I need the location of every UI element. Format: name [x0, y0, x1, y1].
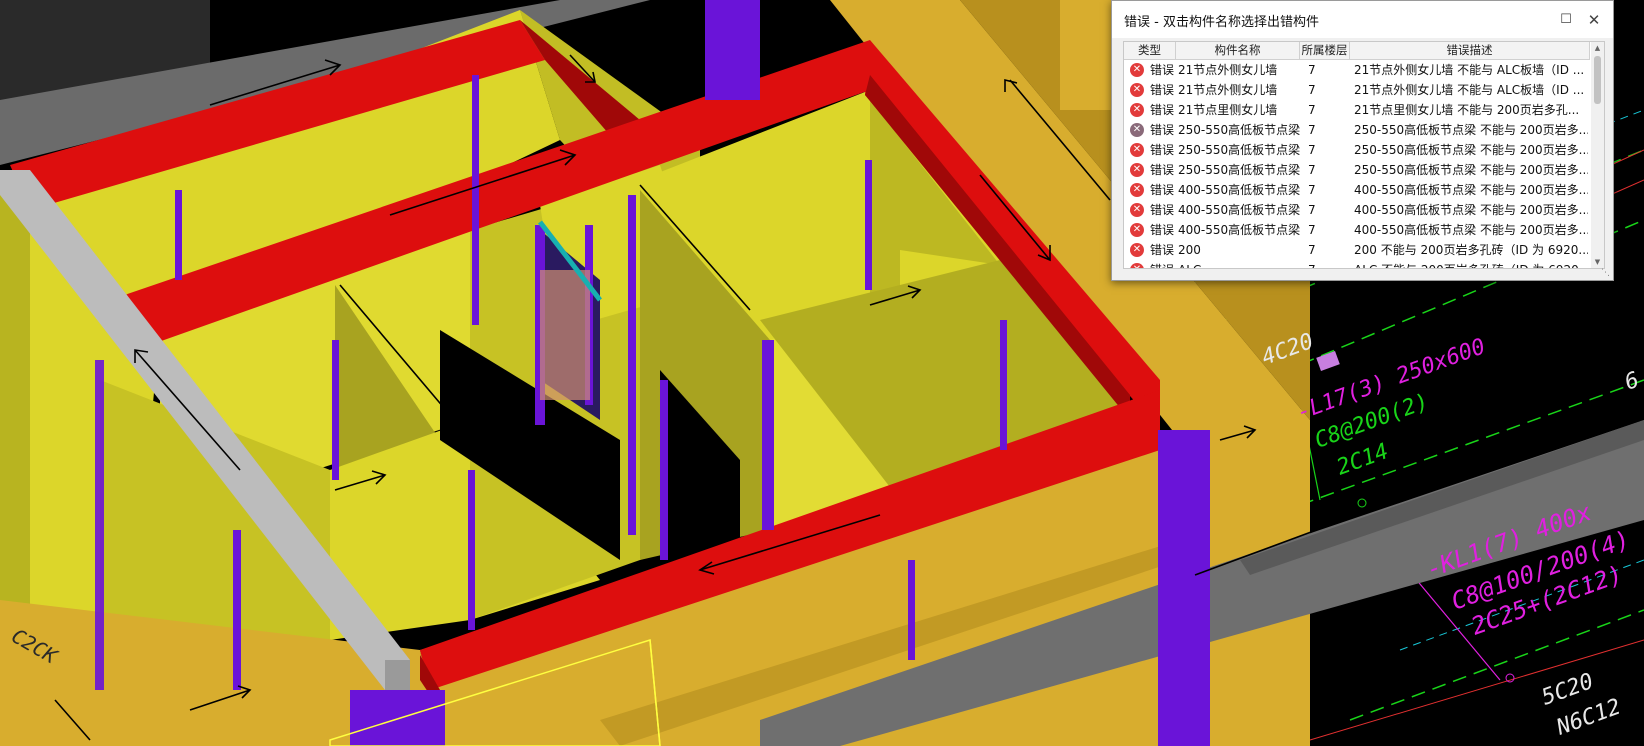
cell-floor: 7 — [1308, 243, 1316, 257]
cell-floor: 7 — [1308, 103, 1316, 117]
column-header-desc[interactable]: 错误描述 — [1350, 42, 1590, 59]
cell-type: 错误 — [1150, 183, 1175, 197]
table-row[interactable]: ✕ 错误ALC 7 ALC 不能与 200页岩多孔砖（ID 为 6920... — [1124, 260, 1590, 268]
table-row[interactable]: ✕ 错误 400-550高低板节点梁 7 400-550高低板节点梁 不能与 200页岩… — [1124, 200, 1590, 220]
table-row[interactable]: ✕ 错误 250-550高低板节点梁 7 250-550高低板节点梁 不能与 200页岩… — [1124, 160, 1590, 180]
error-circle-icon: ✕ — [1130, 263, 1144, 268]
cell-desc: 21节点里侧女儿墙 不能与 200页岩多孔... — [1354, 103, 1580, 117]
vertical-scrollbar[interactable]: ▲ ▼ — [1591, 42, 1604, 268]
cell-name[interactable]: 250-550高低板节点梁 — [1178, 120, 1300, 140]
cell-floor: 7 — [1308, 223, 1316, 237]
column-header-type[interactable]: 类型 — [1124, 42, 1176, 59]
column-header-name[interactable]: 构件名称 — [1176, 42, 1300, 59]
error-circle-icon: ✕ — [1130, 203, 1144, 217]
cell-floor: 7 — [1308, 163, 1316, 177]
error-circle-icon: ✕ — [1130, 163, 1144, 177]
table-row[interactable]: ✕ 错误 400-550高低板节点梁 7 400-550高低板节点梁 不能与 200页岩… — [1124, 180, 1590, 200]
error-circle-icon: ✕ — [1130, 83, 1144, 97]
cell-desc: 200 不能与 200页岩多孔砖（ID 为 6920... — [1354, 243, 1588, 257]
table-row[interactable]: ✕ 错误 400-550高低板节点梁 7 400-550高低板节点梁 不能与 200页岩… — [1124, 220, 1590, 240]
table-row[interactable]: ✕ 错误 250-550高低板节点梁 7 250-550高低板节点梁 不能与 200页岩… — [1124, 120, 1590, 140]
cell-name[interactable]: 21节点外侧女儿墙 — [1178, 60, 1300, 80]
scrollbar-thumb[interactable] — [1594, 56, 1601, 104]
cell-name[interactable]: 21节点外侧女儿墙 — [1178, 80, 1300, 100]
cell-type: 错误 — [1150, 143, 1175, 157]
error-dialog[interactable]: 错误 - 双击构件名称选择出错构件 ☐ ✕ 类型 构件名称 所属楼层 错误描述 … — [1111, 0, 1614, 281]
error-circle-icon: ✕ — [1130, 123, 1144, 137]
table-body: ✕ 错误 21节点外侧女儿墙 7 21节点外侧女儿墙 不能与 ALC板墙（ID ... ✕… — [1124, 60, 1590, 268]
scroll-up-icon[interactable]: ▲ — [1591, 42, 1604, 54]
error-circle-icon: ✕ — [1130, 223, 1144, 237]
table-header: 类型 构件名称 所属楼层 错误描述 — [1124, 42, 1590, 60]
cell-name[interactable]: 400-550高低板节点梁 — [1178, 180, 1300, 200]
table-row[interactable]: ✕ 错误 21节点外侧女儿墙 7 21节点外侧女儿墙 不能与 ALC板墙（ID ... — [1124, 80, 1590, 100]
column-header-floor[interactable]: 所属楼层 — [1300, 42, 1350, 59]
cell-desc: 21节点外侧女儿墙 不能与 ALC板墙（ID ... — [1354, 63, 1585, 77]
dialog-title: 错误 - 双击构件名称选择出错构件 — [1124, 15, 1319, 30]
close-icon[interactable]: ✕ — [1583, 10, 1605, 30]
cell-desc: 400-550高低板节点梁 不能与 200页岩多... — [1354, 203, 1588, 217]
cell-floor: 7 — [1308, 63, 1316, 77]
cell-desc: 400-550高低板节点梁 不能与 200页岩多... — [1354, 183, 1588, 197]
dialog-titlebar[interactable]: 错误 - 双击构件名称选择出错构件 ☐ ✕ — [1112, 1, 1613, 38]
error-circle-icon: ✕ — [1130, 243, 1144, 257]
cell-floor: 7 — [1308, 260, 1348, 268]
cell-name[interactable]: 250-550高低板节点梁 — [1178, 160, 1300, 180]
maximize-icon[interactable]: ☐ — [1555, 10, 1577, 30]
cell-floor: 7 — [1308, 183, 1316, 197]
error-table[interactable]: 类型 构件名称 所属楼层 错误描述 ✕ 错误 21节点外侧女儿墙 7 21节点外侧女儿墙… — [1123, 41, 1605, 269]
cell-type: 错误 — [1150, 123, 1175, 137]
cell-type: 错误 — [1150, 103, 1175, 117]
cell-name[interactable]: 400-550高低板节点梁 — [1178, 220, 1300, 240]
cell-type: 错误 — [1150, 260, 1176, 268]
table-row[interactable]: ✕ 错误 21节点里侧女儿墙 7 21节点里侧女儿墙 不能与 200页岩多孔... — [1124, 100, 1590, 120]
table-row[interactable]: ✕ 错误 21节点外侧女儿墙 7 21节点外侧女儿墙 不能与 ALC板墙（ID ... — [1124, 60, 1590, 80]
cell-desc: ALC 不能与 200页岩多孔砖（ID 为 6920... — [1354, 260, 1588, 268]
cell-name[interactable]: 250-550高低板节点梁 — [1178, 140, 1300, 160]
cell-desc: 250-550高低板节点梁 不能与 200页岩多... — [1354, 123, 1588, 137]
error-circle-icon: ✕ — [1130, 103, 1144, 117]
cell-type: 错误 — [1150, 63, 1175, 77]
cell-name[interactable]: 400-550高低板节点梁 — [1178, 200, 1300, 220]
resize-grip-icon[interactable]: ⋱ — [1601, 268, 1611, 278]
cell-floor: 7 — [1308, 123, 1316, 137]
table-row[interactable]: ✕ 错误 250-550高低板节点梁 7 250-550高低板节点梁 不能与 200页岩… — [1124, 140, 1590, 160]
error-circle-icon: ✕ — [1130, 143, 1144, 157]
cell-type: 错误 — [1150, 243, 1175, 257]
cell-type: 错误 — [1150, 163, 1175, 177]
error-circle-icon: ✕ — [1130, 183, 1144, 197]
cell-name[interactable]: ALC — [1178, 260, 1300, 268]
cell-name[interactable]: 200 — [1178, 240, 1300, 260]
cell-name[interactable]: 21节点里侧女儿墙 — [1178, 100, 1300, 120]
cell-desc: 250-550高低板节点梁 不能与 200页岩多... — [1354, 143, 1588, 157]
cell-floor: 7 — [1308, 203, 1316, 217]
cell-floor: 7 — [1308, 143, 1316, 157]
error-circle-icon: ✕ — [1130, 63, 1144, 77]
cell-desc: 400-550高低板节点梁 不能与 200页岩多... — [1354, 223, 1588, 237]
cell-desc: 21节点外侧女儿墙 不能与 ALC板墙（ID ... — [1354, 83, 1585, 97]
cell-type: 错误 — [1150, 203, 1175, 217]
cell-floor: 7 — [1308, 83, 1316, 97]
cell-type: 错误 — [1150, 83, 1175, 97]
scroll-down-icon[interactable]: ▼ — [1591, 256, 1604, 268]
table-row[interactable]: ✕ 错误 200 7 200 不能与 200页岩多孔砖（ID 为 6920... — [1124, 240, 1590, 260]
cell-desc: 250-550高低板节点梁 不能与 200页岩多... — [1354, 163, 1588, 177]
cell-type: 错误 — [1150, 223, 1175, 237]
